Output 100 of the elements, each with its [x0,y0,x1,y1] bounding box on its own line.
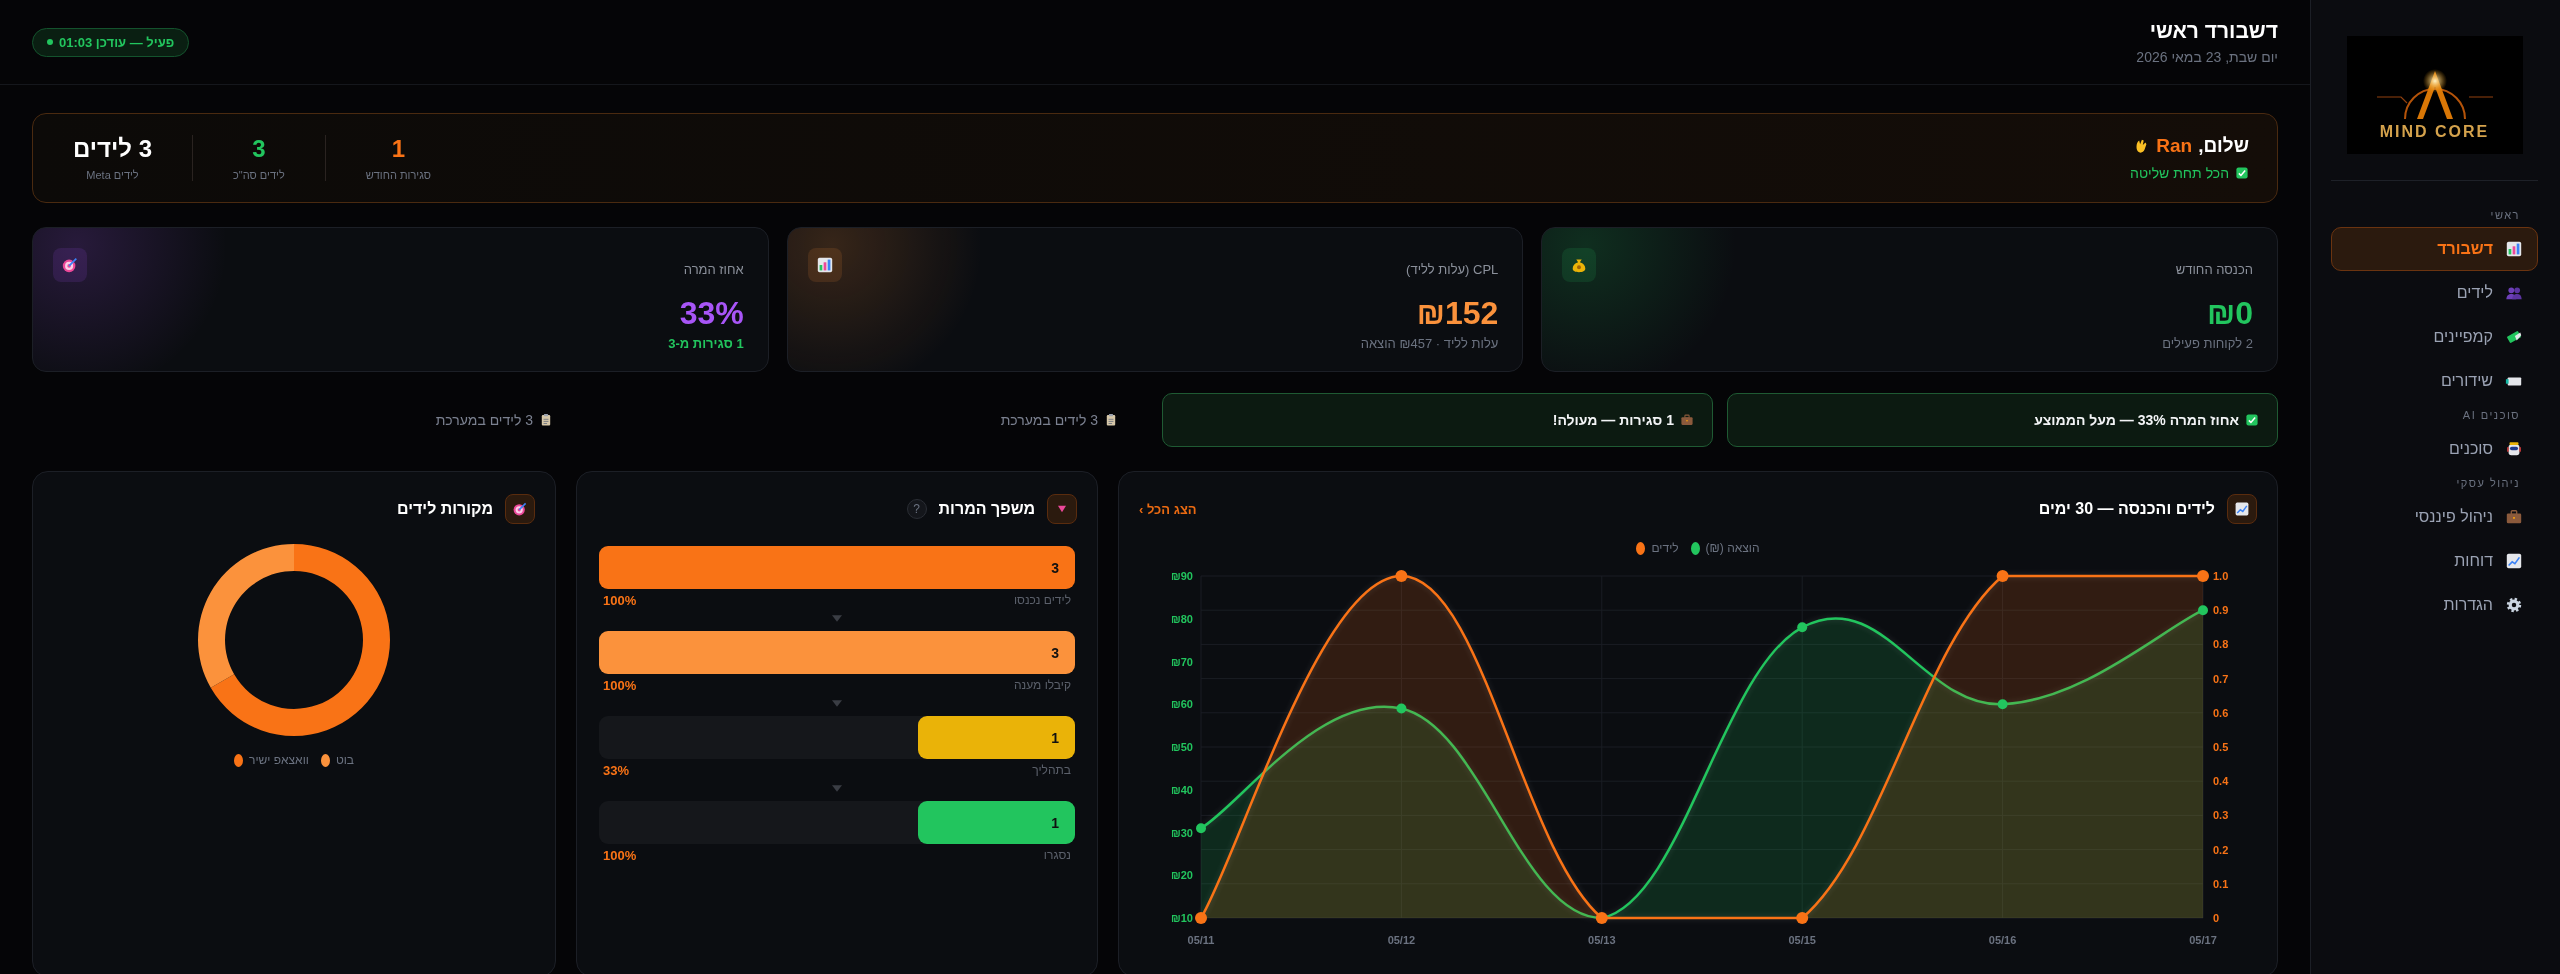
axis-label: 0.1 [2213,877,2229,890]
clipboard-icon [1104,413,1118,427]
alert-text: 3 לידים במערכת [435,412,533,428]
axis-label: ₪10 [1171,912,1193,924]
section-label: ראשי [2489,209,2521,221]
alert-text: 3 לידים במערכת [1000,412,1098,428]
axis-label: 05/16 [1988,934,2017,946]
kpi-value: ₪152 [1415,295,1499,332]
view-all-link[interactable]: הצג הכל › [1139,501,1197,517]
bar-chart-icon [2505,240,2523,258]
data-point [1395,570,1408,582]
card-title: משפך המרות [938,500,1035,518]
bar-fill: 1 [917,716,1075,759]
legend-label: בוט [335,753,355,767]
data-point [1796,912,1809,924]
data-point [1595,912,1608,924]
stage-percent: 100% [603,848,637,865]
kpi-label: אחוז המרה [682,262,744,277]
kpi-note: 2 לקוחות פעילים [2162,336,2253,351]
nav-item[interactable]: שידורים [2331,359,2538,403]
briefcase-icon [1680,413,1694,427]
clipboard-icon [539,413,553,427]
stage-label: בתהליך [1032,763,1071,779]
kpi-label: CPL (עלות לליד) [1405,262,1499,277]
bar-chart-icon [815,256,834,274]
axis-label: ₪60 [1171,698,1193,711]
briefcase-icon [2505,508,2523,526]
stat-label: סגירות החודש [365,169,432,181]
target-icon [61,256,79,274]
axis-label: 05/17 [2189,934,2217,946]
data-point [1196,823,1206,834]
stat-value: 1 [390,135,407,163]
nav-item[interactable]: סוכנים [2331,427,2538,471]
axis-label: ₪40 [1171,783,1193,796]
logo-text: MIND CORE [2379,123,2490,141]
settings-icon [2505,596,2523,614]
axis-label: 0.8 [2213,638,2229,651]
page-title: דשבורד ראשי [2148,19,2278,43]
stage-percent: 100% [603,678,637,695]
card-title: מקורות לידים [396,500,493,518]
card-title: לידים והכנסה — 30 ימים [2038,500,2215,518]
legend-label: לידים [1651,541,1679,555]
bar-fill: 3 [599,546,1075,589]
stage-label: קיבלו מענה [1013,678,1071,694]
axis-label: 0.4 [2213,775,2229,788]
data-point [1996,570,2009,582]
legend-dot [234,753,243,767]
axis-label: 0.2 [2213,843,2229,856]
greeting-text: שלום, [2198,135,2249,157]
axis-label: 0.3 [2213,809,2229,822]
axis-label: 0.5 [2213,741,2229,753]
nav-item[interactable]: דשבורד [2331,227,2538,271]
bar-fill: 3 [599,631,1075,674]
axis-label: ₪50 [1171,741,1193,753]
stage-percent: 33% [603,763,630,780]
kpi-note: 1 סגירות מ-3 [668,336,744,351]
section-label: ניהול עסקי [2455,477,2521,489]
axis-label: 05/15 [1788,934,1816,946]
nav-item[interactable]: ניהול פיננסי [2331,495,2538,539]
check-icon [2245,413,2259,427]
stat-label: לידים סה"כ [233,169,285,181]
kpi-note: עלות לליד · ₪457 הוצאה [1360,336,1499,351]
kpi-value: ₪0 [2205,295,2253,332]
user-name: Ran [2156,135,2193,157]
axis-label: ₪80 [1171,612,1193,625]
nav-item[interactable]: לידים [2331,271,2538,315]
legend-label: הוצאה (₪) [1705,541,1760,555]
nav-item[interactable]: דוחות [2331,539,2538,583]
data-point [1195,912,1207,924]
nav-item[interactable]: הגדרות [2331,583,2538,627]
data-point [1396,703,1407,714]
caret-icon [832,785,842,792]
data-point [2197,570,2209,582]
axis-label: ₪20 [1171,869,1193,882]
data-point [1797,622,1808,633]
status-dot [47,39,53,45]
help-button[interactable]: ? [906,499,927,519]
stage-label: נסגרו [1043,848,1071,864]
data-point [2198,605,2208,616]
nav-item[interactable]: קמפיינים [2331,315,2538,359]
section-label: סוכנים AI [2461,409,2521,421]
stat-value: 3 לידים [73,135,152,163]
data-point [1997,699,2008,710]
stat-value: 3 [251,135,267,163]
stat-label: לידים Meta [85,169,140,181]
stage-percent: 100% [603,593,637,610]
legend-label: וואצאפ ישיר [249,753,309,767]
stage-label: לידים נכנסו [1013,593,1071,609]
axis-label: ₪30 [1171,826,1193,839]
line-chart-icon [2505,552,2523,570]
alert-text: 1 סגירות — מעולה! [1552,412,1674,428]
axis-label: 0 [2213,912,2220,924]
kpi-value: 33% [678,295,744,332]
status-message: הכל תחת שליטה [2130,165,2229,181]
axis-label: 05/11 [1187,934,1215,946]
axis-label: 05/12 [1387,934,1416,946]
caret-icon [832,615,842,622]
date-text: יום שבת, 23 במאי 2026 [2136,49,2278,65]
people-icon [2505,284,2523,302]
caret-icon [832,700,842,707]
